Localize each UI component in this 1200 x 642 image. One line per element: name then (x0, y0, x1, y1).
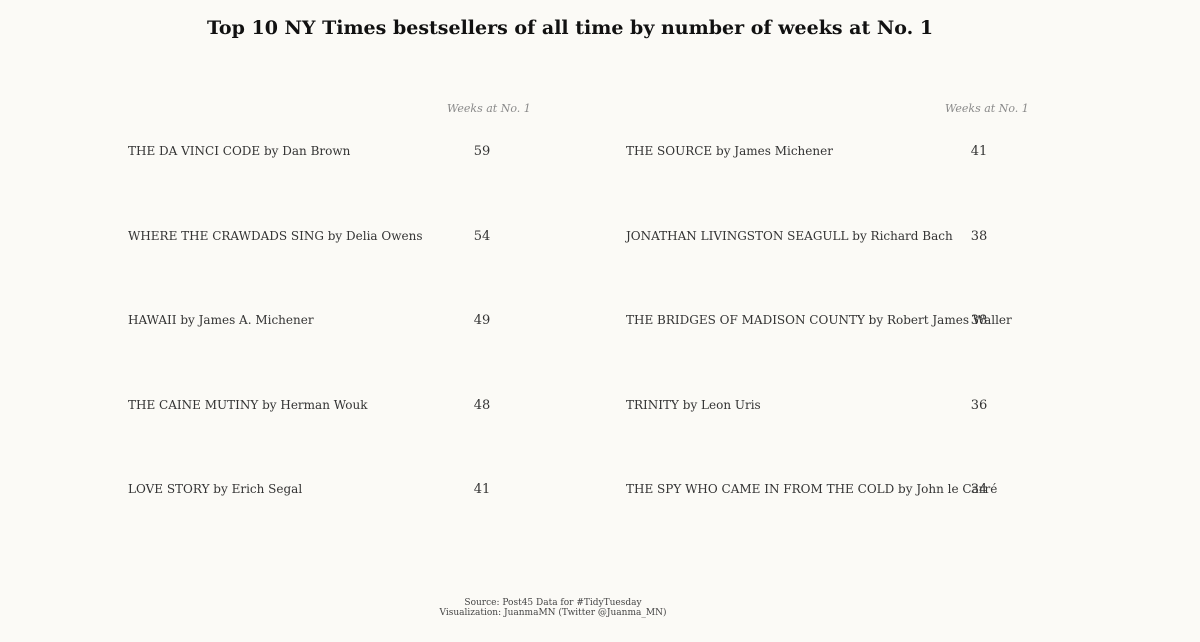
weeks-at-no1-value: 38 (970, 228, 988, 244)
weeks-at-no1-value: 41 (970, 144, 988, 159)
caption-source-line: Source: Post45 Data for #TidyTuesday (464, 598, 642, 608)
book-title-label: JONATHAN LIVINGSTON SEAGULL by Richard B… (626, 228, 953, 243)
book-title-label: TRINITY by Leon Uris (626, 397, 761, 412)
book-title-label: THE SPY WHO CAME IN FROM THE COLD by Joh… (626, 482, 998, 496)
right-column-panel: Weeks at No. 1 THE SOURCE by James Miche… (0, 0, 1200, 560)
weeks-column-header-right: Weeks at No. 1 (945, 102, 1029, 115)
book-title-label: THE SOURCE by James Michener (626, 144, 833, 158)
weeks-at-no1-value: 38 (970, 313, 988, 328)
book-title-label: THE BRIDGES OF MADISON COUNTY by Robert … (626, 313, 1012, 327)
caption-visualization-line: Visualization: JuanmaMN (Twitter @Juanma… (439, 608, 667, 618)
weeks-at-no1-value: 36 (970, 397, 988, 413)
weeks-at-no1-value: 34 (970, 482, 988, 497)
source-caption: Source: Post45 Data for #TidyTuesday Vis… (353, 598, 753, 618)
